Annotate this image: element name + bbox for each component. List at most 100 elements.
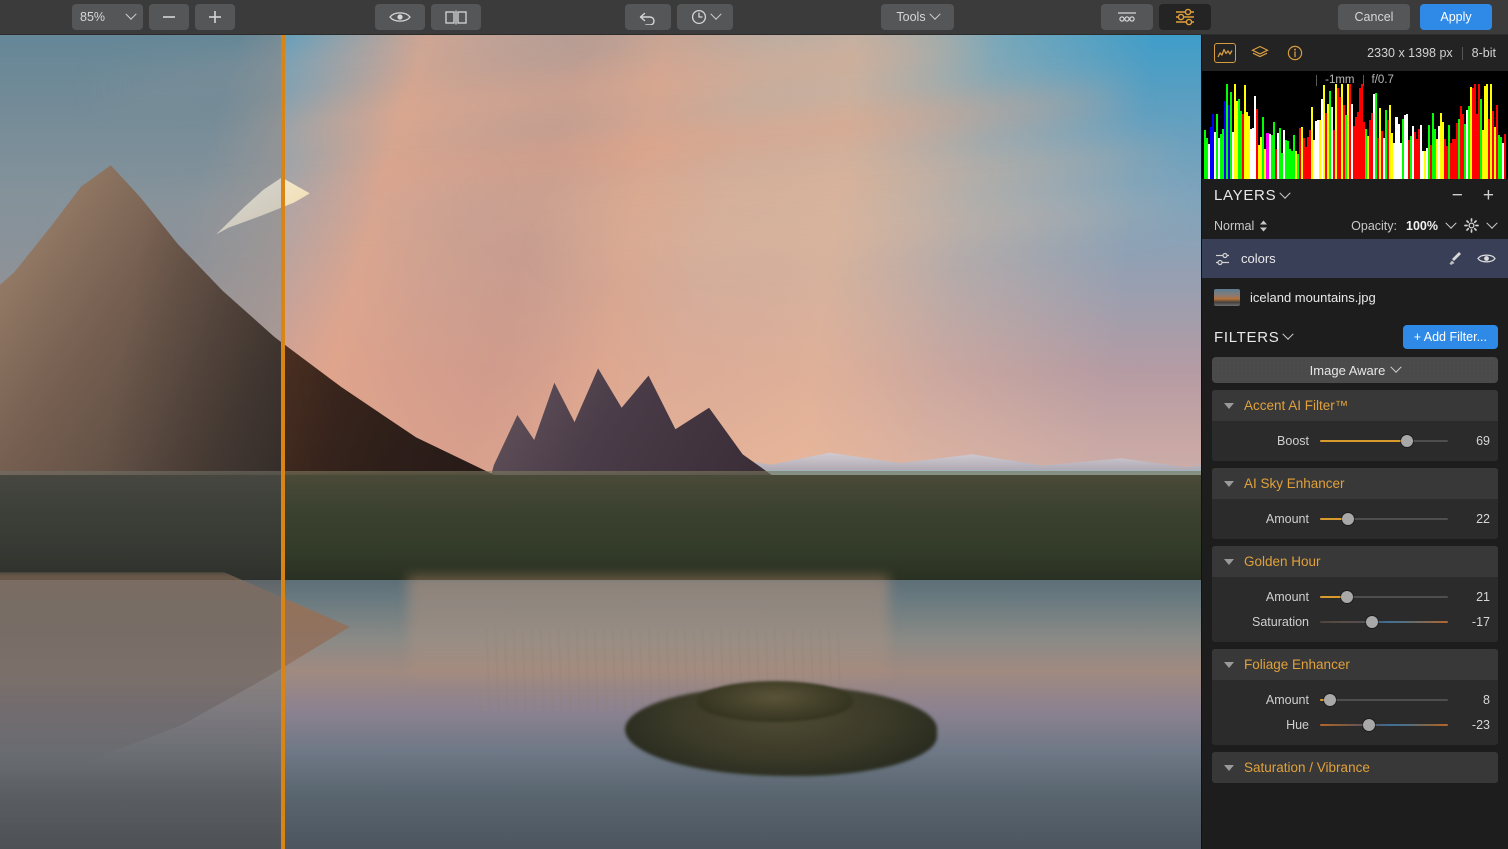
layers-tab[interactable] [1249,43,1271,63]
chevron-down-icon [1390,361,1402,373]
slider-track[interactable] [1320,433,1448,449]
slider-handle[interactable] [1324,693,1337,706]
chevron-down-icon[interactable] [1279,187,1291,199]
slider-track[interactable] [1320,614,1448,630]
history-controls [625,4,733,30]
layer-thumbnail [1214,289,1240,306]
blend-mode-dropdown[interactable]: Normal [1214,219,1254,233]
tools-group: Tools [881,4,954,30]
brush-icon[interactable] [1446,250,1463,267]
add-filter-button[interactable]: + Add Filter... [1402,325,1498,349]
history-button[interactable] [677,4,733,30]
layers-icon [1251,45,1269,58]
apply-button[interactable]: Apply [1420,4,1492,30]
filter-header[interactable]: Golden Hour [1212,546,1498,577]
filter-header[interactable]: AI Sky Enhancer [1212,468,1498,499]
compare-split-button[interactable] [431,4,481,30]
meta-separator [1461,46,1463,60]
filter-header[interactable]: Saturation / Vibrance [1212,752,1498,783]
chevron-down-icon[interactable] [1486,217,1498,229]
triangle-down-icon [1224,764,1234,771]
slider-value[interactable]: 69 [1448,434,1490,448]
filter-block: Accent AI Filter™ Boost 69 [1212,390,1498,461]
slider-value[interactable]: -17 [1448,615,1490,629]
triangle-down-icon [1224,661,1234,668]
filter-name: Foliage Enhancer [1244,657,1350,672]
slider-handle[interactable] [1362,718,1375,731]
zoom-in-button[interactable] [195,4,235,30]
chevron-down-icon[interactable] [1445,217,1457,229]
slider-track[interactable] [1320,589,1448,605]
slider-track[interactable] [1320,692,1448,708]
slider-label: Boost [1277,433,1309,448]
adjust-panel-button[interactable] [1159,4,1211,30]
slider-value[interactable]: -23 [1448,718,1490,732]
top-toolbar: 85% Tools Cancel Apply [0,0,1508,35]
presets-panel-button[interactable] [1101,4,1153,30]
slider-handle[interactable] [1340,590,1353,603]
filter-block: Golden Hour Amount 21 Saturation -17 [1212,546,1498,642]
filter-header[interactable]: Accent AI Filter™ [1212,390,1498,421]
filter-block: Foliage Enhancer Amount 8 Hue -23 [1212,649,1498,745]
filter-mode-dropdown[interactable]: Image Aware [1212,357,1498,383]
view-controls [375,4,481,30]
adjust-sliders-icon [1216,252,1229,265]
filter-name: Golden Hour [1244,554,1321,569]
grass-island-top [696,681,853,722]
slider-label: Hue [1286,717,1309,732]
slider-gradient [1320,723,1448,726]
zoom-level-dropdown[interactable]: 85% [72,4,143,30]
undo-arrow-icon [639,12,655,25]
info-tab[interactable] [1284,43,1306,63]
before-after-divider[interactable] [281,35,285,849]
panel-toggles [1101,4,1211,30]
filter-block: AI Sky Enhancer Amount 22 [1212,468,1498,539]
filter-block: Saturation / Vibrance [1212,752,1498,783]
slider-track[interactable] [1320,717,1448,733]
slider-handle[interactable] [1401,434,1414,447]
focal-length: -1mm [1325,74,1355,86]
right-sidebar: 2330 x 1398 px 8-bit -1mm f/0.7 LAYERS − [1201,35,1508,849]
preview-toggle-button[interactable] [375,4,425,30]
filter-header[interactable]: Foliage Enhancer [1212,649,1498,680]
layer-row-colors[interactable]: colors [1202,239,1508,278]
zoom-out-button[interactable] [149,4,189,30]
slider-value[interactable]: 22 [1448,512,1490,526]
action-buttons: Cancel Apply [1338,4,1492,30]
slider-value[interactable]: 21 [1448,590,1490,604]
histogram-tab[interactable] [1214,43,1236,63]
undo-button[interactable] [625,4,671,30]
tools-label: Tools [896,10,926,24]
filter-name: AI Sky Enhancer [1244,476,1345,491]
eye-icon [389,12,411,22]
image-canvas[interactable] [0,35,1201,849]
layer-row-image[interactable]: iceland mountains.jpg [1202,278,1508,317]
adjust-sliders-icon [1176,8,1194,26]
slider-handle[interactable] [1342,512,1355,525]
cancel-button[interactable]: Cancel [1338,4,1410,30]
eye-icon[interactable] [1477,252,1496,265]
add-layer-button[interactable]: + [1481,186,1496,205]
filter-mode-label: Image Aware [1309,362,1386,378]
original-image-preview [0,35,283,849]
gear-icon[interactable] [1464,218,1479,233]
editor-body: 2330 x 1398 px 8-bit -1mm f/0.7 LAYERS − [0,35,1508,849]
image-dimensions: 2330 x 1398 px [1367,46,1453,60]
slider-track[interactable] [1320,511,1448,527]
triangle-down-icon [1224,480,1234,487]
remove-layer-button[interactable]: − [1450,186,1465,205]
tools-dropdown[interactable]: Tools [881,4,954,30]
chevron-down-icon[interactable] [1282,328,1295,340]
filters-list[interactable]: Accent AI Filter™ Boost 69 AI Sky Enhancer A… [1202,390,1508,849]
histogram-panel[interactable]: -1mm f/0.7 [1202,71,1508,179]
opacity-value[interactable]: 100% [1406,219,1438,233]
histogram-bars [1202,84,1508,179]
slider-base [1320,698,1448,701]
layer-name: colors [1241,251,1276,266]
slider-handle[interactable] [1366,615,1379,628]
slider-label: Amount [1265,692,1309,707]
stepper-icon[interactable] [1259,219,1268,233]
slider-value[interactable]: 8 [1448,693,1490,707]
filters-section-header: FILTERS + Add Filter... [1202,317,1508,357]
aperture: f/0.7 [1371,74,1394,86]
